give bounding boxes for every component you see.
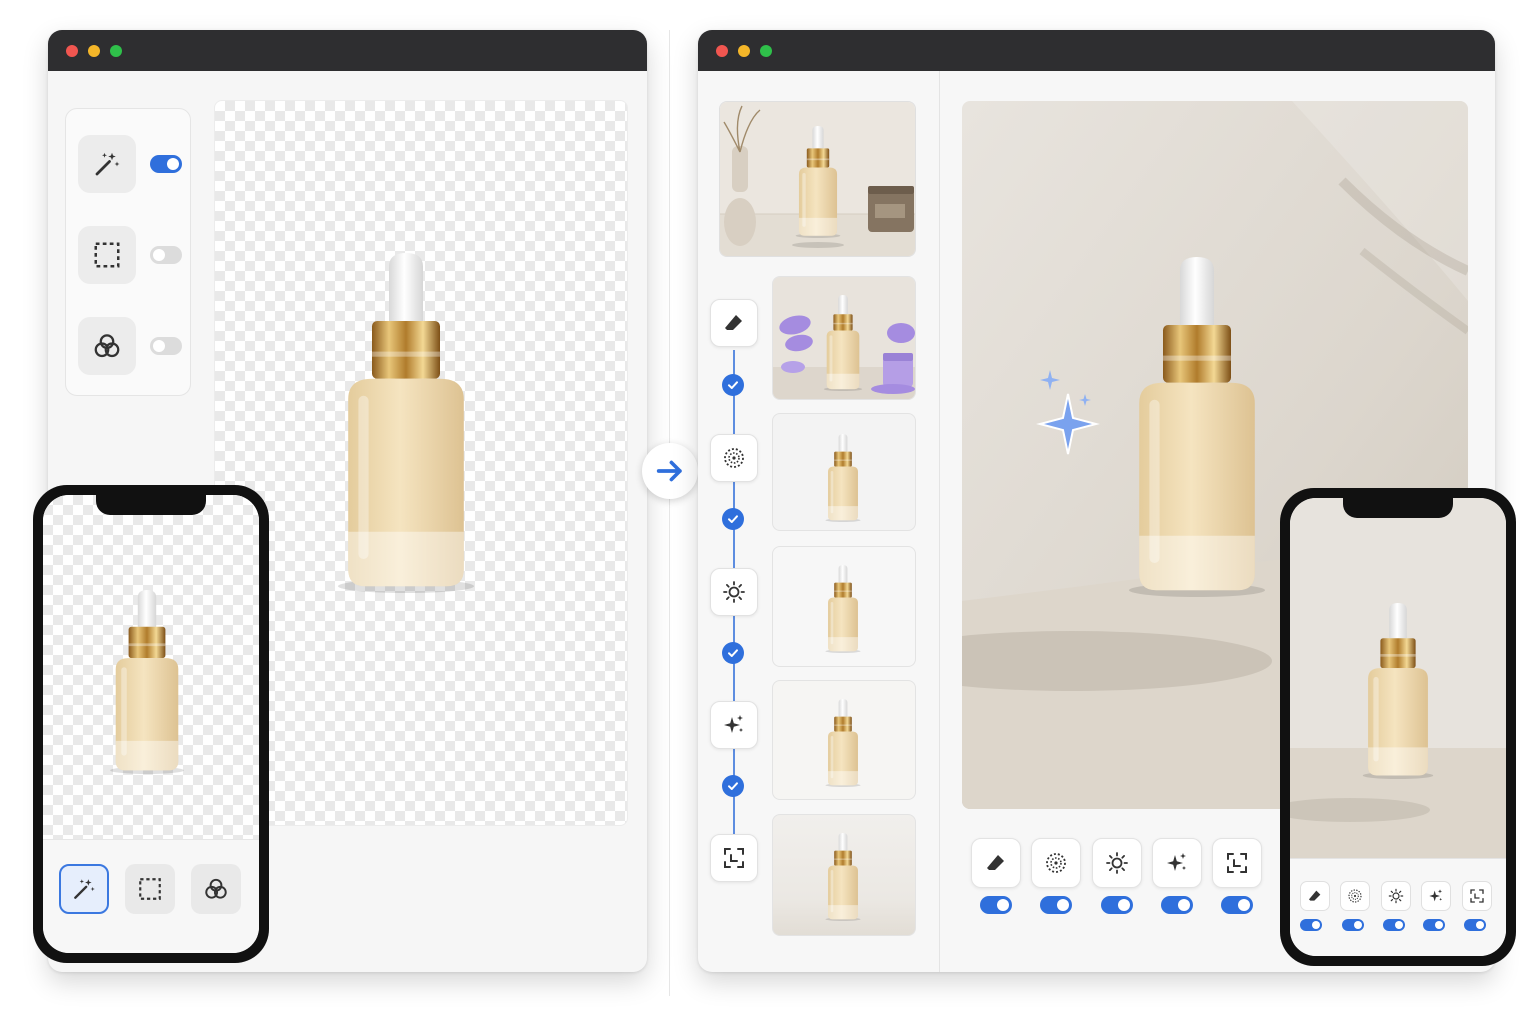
bottom-lighting-button[interactable] [1092,838,1142,888]
step-4-complete-check [722,775,744,797]
step-lighting-button[interactable] [710,568,758,616]
thumbnail-white-background[interactable] [772,546,916,667]
bottom-lighting-toggle[interactable] [1101,896,1133,914]
dotted-circle-icon [1347,888,1363,904]
maximize-window-button[interactable] [110,45,122,57]
phone-eraser-button[interactable] [1300,881,1330,911]
phone-lighting-toggle[interactable] [1383,919,1405,931]
phone-notch [96,495,206,515]
divider [669,30,670,996]
window-titlebar [698,30,1495,71]
sparkles-icon [1165,851,1189,875]
step-3-complete-check [722,642,744,664]
expand-icon [1469,888,1485,904]
sun-icon [722,580,746,604]
expand-icon [722,846,746,870]
phone-screen [43,495,259,953]
product-bottle-cutout [321,221,491,625]
bottom-remove-background-button[interactable] [1031,838,1081,888]
magic-wand-button[interactable] [78,135,136,193]
phone-remove-background-toggle[interactable] [1342,919,1364,931]
phone-expand-toggle[interactable] [1464,919,1486,931]
phone-notch [1343,498,1453,518]
thumbnail-transparent-cutout[interactable] [772,413,916,531]
eraser-icon [984,851,1008,875]
check-icon [725,645,741,661]
check-icon [725,377,741,393]
magic-wand-icon [92,149,122,179]
selection-icon [137,876,163,902]
bottom-enhance-toggle[interactable] [1161,896,1193,914]
blend-icon [92,331,122,361]
phone-expand-button[interactable] [1462,881,1492,911]
bottom-expand-toggle[interactable] [1221,896,1253,914]
dotted-circle-icon [1044,851,1068,875]
phone-enhance-button[interactable] [1421,881,1451,911]
selection-toggle[interactable] [150,246,182,264]
sidebar-divider [939,71,940,972]
tool-panel [65,108,191,396]
left-phone-preview [33,485,269,963]
step-expand-button[interactable] [710,834,758,882]
phone-magic-wand-button[interactable] [59,864,109,914]
thumbnail-warm-shadow[interactable] [772,680,916,800]
sparkles-icon [1428,888,1444,904]
minimize-window-button[interactable] [738,45,750,57]
thumbnail-purple-props[interactable] [772,276,916,400]
magic-wand-toggle[interactable] [150,155,182,173]
window-titlebar [48,30,647,71]
step-1-complete-check [722,374,744,396]
step-remove-background-button[interactable] [710,434,758,482]
bottom-eraser-button[interactable] [971,838,1021,888]
thumbnail-neutral-scene[interactable] [772,814,916,936]
selection-button[interactable] [78,226,136,284]
check-icon [725,778,741,794]
blend-icon [203,876,229,902]
sun-icon [1105,851,1129,875]
step-enhance-button[interactable] [710,701,758,749]
step-eraser-button[interactable] [710,299,758,347]
transparent-canvas[interactable] [214,100,628,826]
phone-canvas [43,495,259,839]
minimize-window-button[interactable] [88,45,100,57]
thumbnail-styled-scene[interactable] [719,101,916,257]
magic-wand-icon [71,876,97,902]
close-window-button[interactable] [66,45,78,57]
phone-eraser-toggle[interactable] [1300,919,1322,931]
close-window-button[interactable] [716,45,728,57]
right-phone-preview [1280,488,1516,966]
blend-button[interactable] [78,317,136,375]
check-icon [725,511,741,527]
phone-product-bottle [101,557,193,807]
flow-arrow [642,443,698,499]
phone-blend-button[interactable] [191,864,241,914]
phone-selection-button[interactable] [125,864,175,914]
phone-remove-background-button[interactable] [1340,881,1370,911]
sparkle-decoration-icon [1036,370,1100,455]
bottom-expand-button[interactable] [1212,838,1262,888]
expand-icon [1225,851,1249,875]
phone-screen [1290,498,1506,956]
blend-toggle[interactable] [150,337,182,355]
maximize-window-button[interactable] [760,45,772,57]
bottom-eraser-toggle[interactable] [980,896,1012,914]
arrow-right-icon [656,460,682,482]
phone-preview-image [1290,498,1506,858]
dotted-circle-icon [722,446,746,470]
eraser-icon [1307,888,1323,904]
bottom-enhance-button[interactable] [1152,838,1202,888]
phone-enhance-toggle[interactable] [1423,919,1445,931]
selection-icon [92,240,122,270]
phone-toolbar [43,839,259,953]
phone-toolbar [1290,858,1506,956]
eraser-icon [722,311,746,335]
sun-icon [1388,888,1404,904]
phone-lighting-button[interactable] [1381,881,1411,911]
step-2-complete-check [722,508,744,530]
bottom-remove-background-toggle[interactable] [1040,896,1072,914]
sparkles-icon [722,713,746,737]
